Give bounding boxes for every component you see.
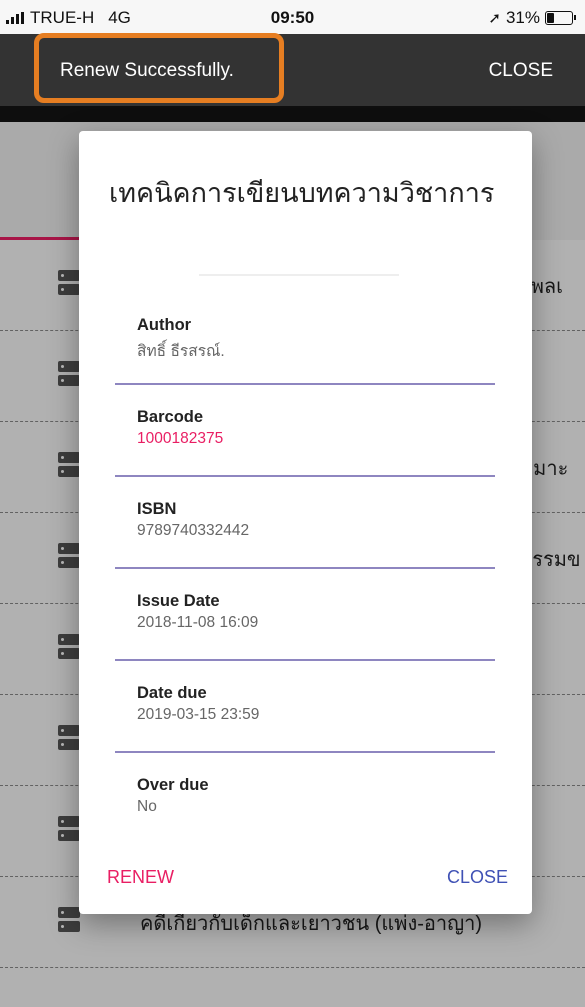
snackbar: Renew Successfully. CLOSE	[0, 33, 585, 106]
book-detail-dialog: เทคนิคการเขียนบทความวิชาการ Author สิทธิ์…	[79, 131, 532, 914]
status-bar: TRUE-H 4G 09:50 ➚ 31%	[0, 0, 585, 34]
field-value: 2018-11-08 16:09	[137, 614, 259, 631]
field-label: Barcode	[137, 408, 204, 426]
detail-field: ISBN 9789740332442	[115, 475, 495, 569]
detail-field: Date due 2019-03-15 23:59	[115, 659, 495, 753]
detail-field: Over due No	[115, 751, 495, 843]
field-label: Date due	[137, 684, 207, 702]
renew-button[interactable]: RENEW	[107, 867, 174, 888]
field-value: 9789740332442	[137, 522, 250, 539]
field-label: Author	[137, 316, 192, 334]
field-label: Over due	[137, 776, 209, 794]
battery-icon	[545, 11, 576, 25]
field-label: ISBN	[137, 500, 177, 518]
detail-field: Issue Date 2018-11-08 16:09	[115, 567, 495, 661]
field-value: 1000182375	[137, 430, 224, 447]
snackbar-message: Renew Successfully.	[60, 60, 234, 81]
field-value: สิทธิ์ ธีรสรณ์.	[137, 343, 225, 360]
title-divider	[199, 274, 399, 276]
close-button[interactable]: CLOSE	[447, 867, 508, 888]
field-value: No	[137, 798, 157, 815]
field-value: 2019-03-15 23:59	[137, 706, 260, 723]
battery-percent: 31%	[505, 8, 540, 27]
location-arrow-icon: ➚	[488, 10, 501, 27]
field-label: Issue Date	[137, 592, 220, 610]
detail-field: Author สิทธิ์ ธีรสรณ์.	[115, 291, 495, 385]
battery-group: ➚ 31%	[488, 8, 576, 28]
dialog-title: เทคนิคการเขียนบทความวิชาการ	[109, 178, 495, 208]
detail-field: Barcode 1000182375	[115, 383, 495, 477]
snackbar-close-button[interactable]: CLOSE	[489, 60, 553, 82]
